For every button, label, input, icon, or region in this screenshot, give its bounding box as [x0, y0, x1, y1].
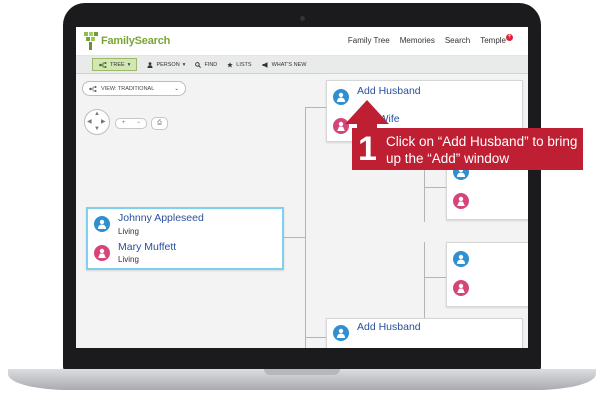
view-selector[interactable]: VIEW: TRADITIONAL ⌄ — [82, 81, 186, 96]
male-person-icon — [337, 328, 345, 338]
person-menu-label: PERSON — [156, 61, 180, 68]
whats-new-button[interactable]: WHAT'S NEW — [262, 61, 307, 68]
step-number: 1 — [358, 130, 377, 168]
toolbar: TREE ▾ PERSON ▾ FIND LISTS WHAT'S NEW — [76, 56, 528, 74]
view-label: VIEW: TRADITIONAL — [101, 85, 155, 92]
logo[interactable]: FamilySearch — [84, 32, 170, 50]
female-person-icon — [457, 283, 465, 293]
laptop-notch — [264, 369, 340, 375]
print-button[interactable]: ⎙ — [151, 117, 168, 130]
chevron-down-icon: ▾ — [182, 61, 186, 68]
pan-left-icon[interactable]: ◀ — [87, 119, 92, 125]
male-person-icon — [98, 219, 106, 229]
instruction-callout: 1 Click on “Add Husband” to bring up the… — [352, 128, 583, 170]
nav-temple[interactable]: Temple — [480, 36, 506, 45]
print-icon: ⎙ — [157, 120, 162, 126]
male-avatar — [453, 251, 469, 267]
wife-name[interactable]: Mary Muffett — [118, 241, 176, 253]
zoom-in-button[interactable]: + — [122, 119, 126, 128]
male-avatar — [333, 325, 349, 341]
zoom-out-button[interactable]: − — [137, 119, 141, 128]
person-icon — [147, 61, 153, 68]
chevron-down-icon: ▾ — [127, 61, 131, 68]
zoom-control: + − — [115, 118, 147, 129]
person-menu-button[interactable]: PERSON ▾ — [147, 62, 185, 68]
whats-new-label: WHAT'S NEW — [271, 61, 307, 68]
find-button[interactable]: FIND — [195, 62, 217, 68]
connector-line — [305, 107, 306, 348]
nav-family-tree[interactable]: Family Tree — [348, 36, 390, 45]
connector-line — [282, 237, 305, 238]
female-person-icon — [98, 248, 106, 258]
screen: FamilySearch Family Tree Memories Search… — [76, 27, 528, 348]
wife-status: Living — [118, 255, 139, 264]
pan-right-icon[interactable]: ▶ — [101, 119, 106, 125]
connector-line — [305, 107, 326, 108]
pan-down-icon[interactable]: ▼ — [94, 126, 100, 132]
female-person-icon — [457, 196, 465, 206]
pan-up-icon[interactable]: ▲ — [94, 111, 100, 117]
husband-name[interactable]: Johnny Appleseed — [118, 212, 204, 224]
logo-text: FamilySearch — [101, 35, 171, 47]
male-avatar — [94, 216, 110, 232]
main-nav: Family Tree Memories Search Temple — [348, 36, 506, 45]
camera-icon — [300, 16, 305, 21]
female-avatar — [94, 245, 110, 261]
lists-label: LISTS — [236, 61, 252, 68]
tree-icon — [99, 61, 107, 68]
female-avatar — [453, 280, 469, 296]
male-person-icon — [457, 254, 465, 264]
step-text: Click on “Add Husband” to bring up the “… — [386, 134, 578, 166]
female-avatar — [453, 193, 469, 209]
grandparents-card-lower[interactable] — [446, 242, 528, 307]
connector-line — [424, 187, 446, 188]
tree-menu-label: TREE — [110, 61, 125, 68]
tree-view-icon — [89, 85, 97, 92]
nav-search[interactable]: Search — [445, 36, 470, 45]
search-icon — [195, 61, 202, 68]
tree-logo-icon — [84, 32, 98, 50]
megaphone-icon — [262, 61, 268, 68]
connector-line — [305, 337, 326, 338]
nav-memories[interactable]: Memories — [400, 36, 435, 45]
top-bar: FamilySearch Family Tree Memories Search… — [76, 27, 528, 56]
add-husband-link-bottom[interactable]: Add Husband — [357, 321, 421, 333]
tree-menu-button[interactable]: TREE ▾ — [92, 58, 138, 71]
pan-control[interactable]: ▲ ▼ ◀ ▶ — [84, 109, 110, 135]
find-label: FIND — [204, 61, 218, 68]
add-parents-card-bottom: Add Husband — [326, 318, 523, 348]
add-husband-link[interactable]: Add Husband — [357, 85, 421, 97]
focus-couple-card[interactable]: Johnny Appleseed Living Mary Muffett Liv… — [86, 207, 284, 270]
husband-status: Living — [118, 227, 139, 236]
temple-badge: + — [506, 34, 513, 41]
lists-button[interactable]: LISTS — [227, 61, 252, 68]
connector-line — [424, 277, 446, 278]
chevron-down-icon: ⌄ — [174, 85, 179, 92]
callout-arrow-icon — [345, 100, 389, 124]
star-icon — [227, 61, 234, 67]
